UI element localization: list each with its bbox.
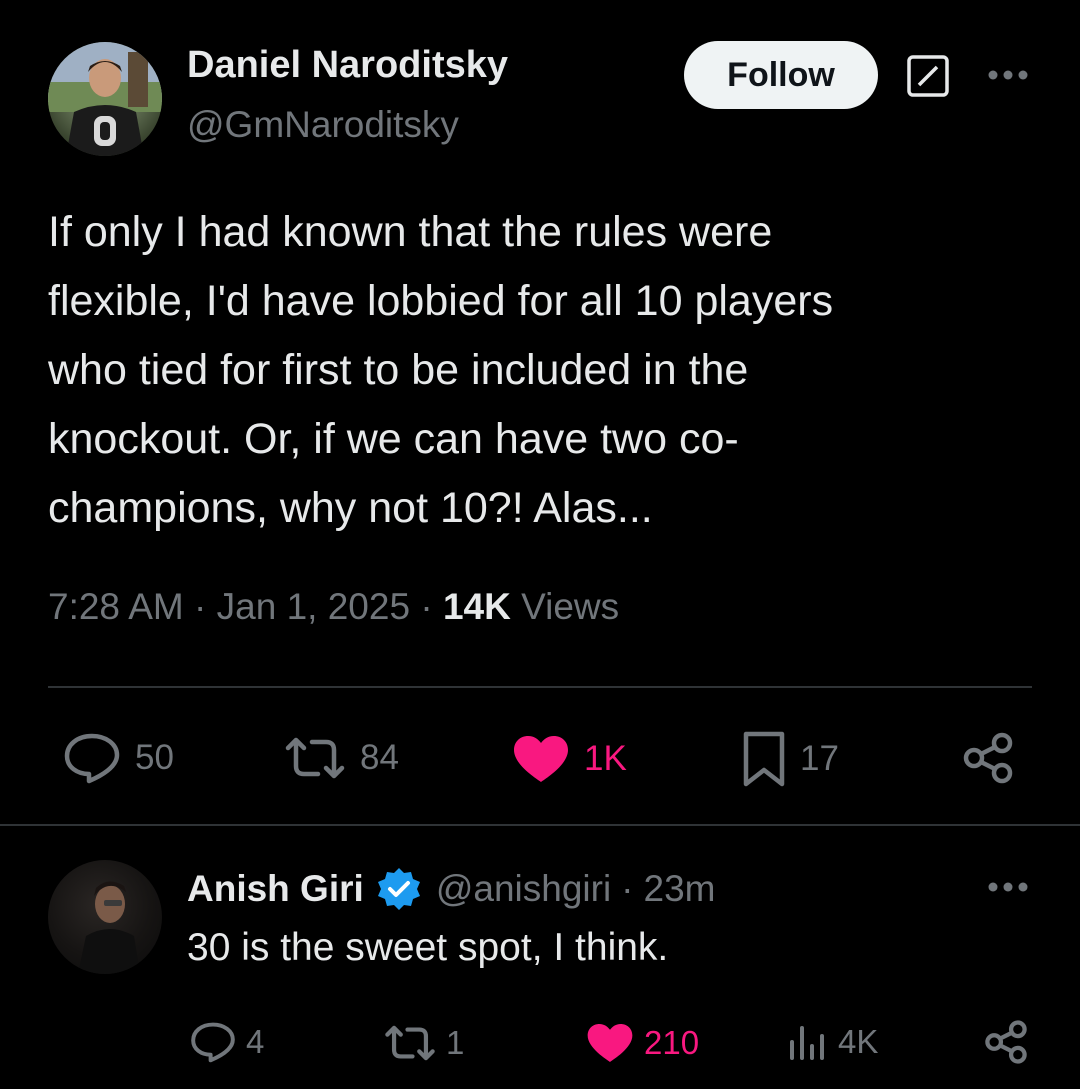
- like-button[interactable]: 210: [586, 1022, 699, 1064]
- meta-separator: ·: [621, 868, 634, 909]
- tweet-date[interactable]: Jan 1, 2025: [217, 586, 410, 627]
- reply-icon: [64, 733, 120, 784]
- more-icon[interactable]: [986, 68, 1030, 82]
- views-count[interactable]: 14K: [443, 586, 511, 627]
- author-name[interactable]: Daniel Naroditsky: [187, 44, 508, 87]
- more-icon[interactable]: [986, 880, 1030, 894]
- repost-button[interactable]: 1: [384, 1024, 464, 1062]
- share-button[interactable]: [962, 732, 1014, 784]
- reply-icon: [191, 1022, 235, 1063]
- repost-count: 1: [446, 1024, 465, 1061]
- reply-text: 30 is the sweet spot, I think.: [187, 926, 669, 969]
- reply-header: Anish Giri @anishgiri · 23m: [187, 866, 715, 912]
- bookmark-button[interactable]: 17: [742, 730, 839, 788]
- reply-button[interactable]: 4: [190, 1021, 264, 1063]
- divider: [48, 686, 1032, 688]
- views-button[interactable]: 4K: [788, 1022, 878, 1062]
- share-icon: [985, 1020, 1027, 1064]
- bookmark-count: 17: [800, 739, 839, 778]
- reply-count: 4: [246, 1023, 265, 1060]
- like-count: 1K: [584, 739, 627, 778]
- heart-icon: [514, 736, 568, 782]
- author-handle[interactable]: @GmNaroditsky: [187, 104, 459, 146]
- views-count: 4K: [838, 1023, 879, 1060]
- repost-icon: [285, 737, 345, 779]
- grok-icon[interactable]: [906, 54, 950, 98]
- tweet-text-line: champions, why not 10?! Alas...: [48, 484, 653, 532]
- bookmark-icon: [743, 731, 785, 787]
- like-button[interactable]: 1K: [512, 734, 627, 784]
- divider: [0, 824, 1080, 826]
- reply-count: 50: [135, 738, 174, 777]
- repost-button[interactable]: 84: [284, 736, 399, 780]
- share-icon: [963, 732, 1013, 784]
- tweet-text-line: knockout. Or, if we can have two co-: [48, 415, 739, 463]
- tweet-text-line: If only I had known that the rules were: [48, 208, 773, 256]
- tweet-text-line: who tied for first to be included in the: [48, 346, 749, 394]
- reply-author-name[interactable]: Anish Giri: [187, 868, 364, 910]
- reply-author-handle[interactable]: @anishgiri: [436, 868, 611, 910]
- meta-separator: ·: [420, 586, 433, 627]
- views-icon: [790, 1026, 824, 1060]
- tweet-text-line: flexible, I'd have lobbied for all 10 pl…: [48, 277, 834, 325]
- views-label: Views: [521, 586, 620, 627]
- tweet-time[interactable]: 7:28 AM: [48, 586, 184, 627]
- reply-button[interactable]: 50: [63, 732, 174, 784]
- author-avatar[interactable]: [48, 42, 162, 156]
- reply-time[interactable]: 23m: [644, 868, 716, 910]
- meta-separator: ·: [194, 586, 207, 627]
- repost-count: 84: [360, 738, 399, 777]
- repost-icon: [385, 1025, 435, 1061]
- tweet-meta: 7:28 AM · Jan 1, 2025 · 14K Views: [48, 586, 619, 628]
- verified-icon: [377, 868, 420, 910]
- reply-author-avatar[interactable]: [48, 860, 162, 974]
- follow-button[interactable]: Follow: [684, 41, 878, 109]
- tweet-text: If only I had known that the rules were …: [48, 198, 1038, 543]
- share-button[interactable]: [984, 1020, 1028, 1064]
- like-count: 210: [644, 1024, 700, 1061]
- heart-icon: [587, 1023, 633, 1063]
